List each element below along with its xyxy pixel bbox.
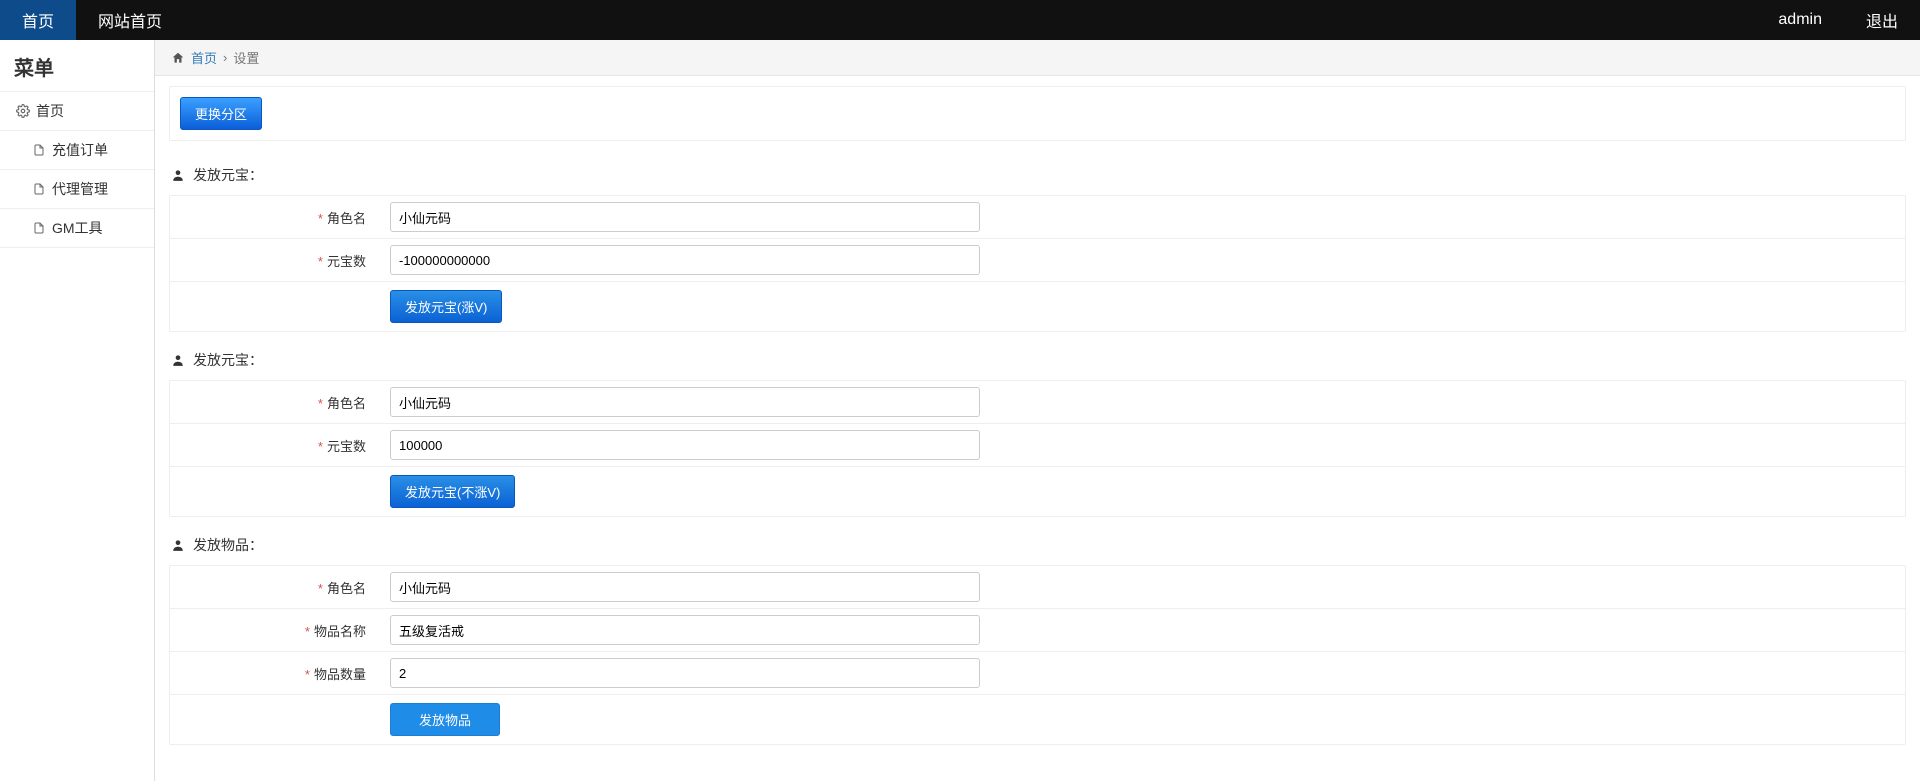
field-label: 元宝数	[327, 439, 366, 454]
section-title: 发放元宝：	[193, 350, 263, 370]
field-label: 元宝数	[327, 254, 366, 269]
form-row: *物品名称	[170, 609, 1905, 652]
gold-amount-input[interactable]	[390, 245, 980, 275]
section-title: 发放元宝：	[193, 165, 263, 185]
section-give-gold-nov: 发放元宝： *角色名 *元宝数 发放元宝(不涨V)	[169, 350, 1906, 517]
form-row: *元宝数	[170, 239, 1905, 282]
field-label: 角色名	[327, 211, 366, 226]
role-name-input[interactable]	[390, 202, 980, 232]
submit-item-button[interactable]: 发放物品	[390, 703, 500, 736]
sidebar-item-agent[interactable]: 代理管理	[0, 170, 154, 208]
sidebar-item-label: GM工具	[52, 218, 103, 238]
home-icon	[171, 51, 185, 65]
section-give-item: 发放物品： *角色名 *物品名称 *物品数量 发放物品	[169, 535, 1906, 745]
form-row: 发放元宝(不涨V)	[170, 467, 1905, 516]
form-row: 发放元宝(涨V)	[170, 282, 1905, 331]
field-label: 角色名	[327, 396, 366, 411]
sidebar-item-recharge[interactable]: 充值订单	[0, 131, 154, 169]
submit-gold-nov-button[interactable]: 发放元宝(不涨V)	[390, 475, 515, 508]
content: 首页 › 设置 更换分区 发放元宝： *角色名	[155, 40, 1920, 781]
breadcrumb-home[interactable]: 首页	[191, 48, 217, 67]
form-row: 发放物品	[170, 695, 1905, 744]
gold-amount-input[interactable]	[390, 430, 980, 460]
breadcrumb-sep: ›	[223, 50, 227, 65]
topbar-tab-home[interactable]: 首页	[0, 0, 76, 40]
sidebar-item-label: 充值订单	[52, 140, 108, 160]
item-name-input[interactable]	[390, 615, 980, 645]
form-row: *物品数量	[170, 652, 1905, 695]
file-icon	[32, 222, 46, 234]
topbar-user[interactable]: admin	[1756, 0, 1844, 40]
sidebar-item-label: 首页	[36, 101, 64, 121]
form-row: *角色名	[170, 381, 1905, 424]
item-qty-input[interactable]	[390, 658, 980, 688]
file-icon	[32, 183, 46, 195]
person-icon	[171, 538, 185, 552]
field-label: 物品数量	[314, 667, 366, 682]
person-icon	[171, 353, 185, 367]
change-zone-button[interactable]: 更换分区	[180, 97, 262, 130]
submit-gold-v-button[interactable]: 发放元宝(涨V)	[390, 290, 502, 323]
section-title: 发放物品：	[193, 535, 263, 555]
field-label: 物品名称	[314, 624, 366, 639]
sidebar-item-home[interactable]: 首页	[0, 92, 154, 130]
file-icon	[32, 144, 46, 156]
breadcrumb-current: 设置	[233, 48, 259, 67]
sidebar-item-label: 代理管理	[52, 179, 108, 199]
section-give-gold-v: 发放元宝： *角色名 *元宝数 发放元宝(涨V)	[169, 165, 1906, 332]
sidebar-title: 菜单	[0, 40, 154, 91]
field-label: 角色名	[327, 581, 366, 596]
topbar-logout[interactable]: 退出	[1844, 0, 1920, 40]
breadcrumb: 首页 › 设置	[155, 40, 1920, 76]
form-row: *角色名	[170, 566, 1905, 609]
form-row: *元宝数	[170, 424, 1905, 467]
gear-icon	[16, 104, 30, 118]
sidebar-item-gm[interactable]: GM工具	[0, 209, 154, 247]
person-icon	[171, 168, 185, 182]
role-name-input[interactable]	[390, 387, 980, 417]
form-row: *角色名	[170, 196, 1905, 239]
role-name-input[interactable]	[390, 572, 980, 602]
top-panel: 更换分区	[169, 86, 1906, 141]
topbar: 首页 网站首页 admin 退出	[0, 0, 1920, 40]
sidebar: 菜单 首页 充值订单	[0, 40, 155, 781]
topbar-tab-sitehome[interactable]: 网站首页	[76, 0, 184, 40]
